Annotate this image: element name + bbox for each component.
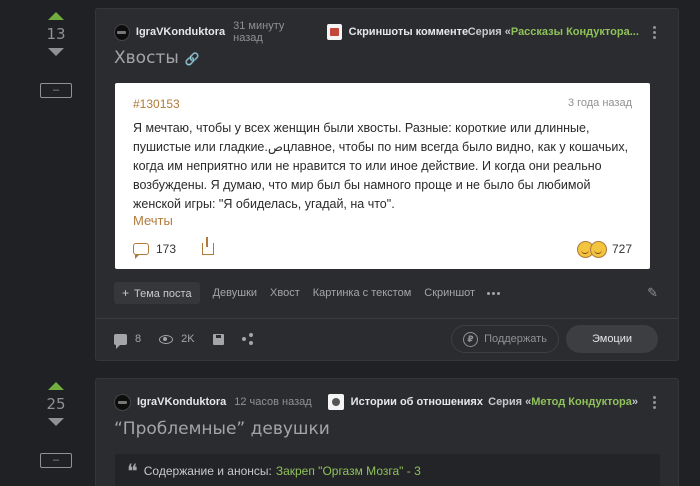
minus-button[interactable]: –: [40, 83, 72, 98]
grin-emoji-icon: [589, 240, 607, 258]
community-name[interactable]: Скриншоты комменте...: [349, 26, 468, 38]
rating-count: 25: [46, 395, 66, 413]
tag-main-button[interactable]: + Тема поста: [114, 282, 200, 304]
series-link[interactable]: Рассказы Кондуктора...: [511, 26, 639, 38]
post-time: 31 минуту назад: [233, 20, 285, 44]
comments-count[interactable]: 8: [135, 333, 141, 345]
minus-button[interactable]: –: [40, 453, 72, 468]
post-title-text[interactable]: Хвосты: [114, 48, 179, 68]
ruble-icon: ₽: [463, 331, 479, 347]
post-title-text[interactable]: “Проблемные” девушки: [114, 419, 330, 439]
vote-block: 13: [40, 12, 72, 56]
avatar[interactable]: [114, 393, 131, 411]
comment-tag: Мечты: [133, 213, 173, 228]
comment-count: 173: [156, 242, 177, 256]
series-prefix: Серия «: [467, 26, 511, 38]
views-count: 2K: [181, 333, 195, 345]
story-header: IgraVKonduktora 31 минуту назад Скриншот…: [114, 20, 660, 44]
quote-icon: ❝: [127, 459, 138, 483]
comments-icon[interactable]: [114, 333, 127, 349]
tag-item[interactable]: Хвост: [270, 287, 300, 299]
post-title[interactable]: Хвосты 🔗: [114, 48, 200, 68]
author-name[interactable]: IgraVKonduktora: [137, 396, 226, 408]
support-button[interactable]: ₽ Поддержать: [451, 325, 559, 353]
share-icon[interactable]: [241, 333, 254, 345]
community-icon[interactable]: [326, 24, 342, 40]
comment-footer: 173 727: [133, 237, 632, 259]
vote-block: 25: [40, 382, 72, 426]
community-icon[interactable]: [327, 394, 344, 410]
plus-icon: +: [122, 286, 130, 300]
share-icon: [202, 237, 215, 255]
series-label: Серия «Рассказы Кондуктора...: [468, 26, 639, 38]
downvote-icon[interactable]: [48, 48, 64, 56]
series-link[interactable]: Метод Кондуктора: [531, 396, 632, 408]
reaction-emojis: [576, 240, 607, 258]
upvote-icon[interactable]: [48, 382, 64, 390]
author-name[interactable]: IgraVKonduktora: [136, 26, 225, 38]
reaction-count: 727: [611, 242, 632, 256]
quote-text: Содержание и анонсы:: [143, 464, 272, 478]
link-icon[interactable]: 🔗: [185, 52, 200, 66]
tag-main-label: Тема поста: [134, 288, 192, 300]
tag-item[interactable]: Скриншот: [424, 287, 475, 299]
upvote-icon[interactable]: [48, 12, 64, 20]
comment-text: Я мечтаю, чтобы у всех женщин были хвост…: [133, 121, 629, 211]
story-card: IgraVKonduktora 12 часов назад Истории о…: [95, 378, 679, 486]
emotions-button[interactable]: Эмоции: [566, 325, 658, 353]
more-options-icon[interactable]: [648, 395, 660, 409]
post-time: 12 часов назад: [234, 396, 312, 408]
post-title[interactable]: “Проблемные” девушки: [114, 419, 330, 439]
tag-bar: + Тема поста Девушки Хвост Картинка с тек…: [114, 282, 658, 304]
avatar[interactable]: [114, 23, 130, 41]
edit-pencil-icon[interactable]: ✎: [647, 285, 658, 301]
tag-item[interactable]: Картинка с текстом: [313, 287, 412, 299]
story-card: IgraVKonduktora 31 минуту назад Скриншот…: [95, 8, 679, 361]
comment-screenshot: #130153 3 года назад Я мечтаю, чтобы у в…: [115, 83, 650, 269]
more-tags-icon[interactable]: [487, 291, 501, 295]
series-label: Серия «Метод Кондуктора»: [488, 396, 638, 408]
action-bar: 8 2K ₽ Поддержать Эмоции: [114, 325, 658, 353]
views-icon: [159, 334, 174, 344]
downvote-icon[interactable]: [48, 418, 64, 426]
support-label: Поддержать: [484, 333, 547, 345]
comment-time: 3 года назад: [567, 97, 632, 109]
quote-link[interactable]: Закреп "Оргазм Мозга" - 3: [276, 464, 421, 478]
tag-item[interactable]: Девушки: [213, 287, 257, 299]
rating-count: 13: [46, 25, 66, 43]
more-options-icon[interactable]: [649, 25, 660, 39]
series-suffix: »: [631, 396, 638, 408]
story-header: IgraVKonduktora 12 часов назад Истории о…: [114, 392, 660, 412]
divider: [96, 318, 678, 319]
save-icon[interactable]: [212, 333, 224, 345]
comment-bubble-icon: [133, 243, 149, 259]
comment-id: #130153: [133, 97, 180, 111]
series-prefix: Серия «: [488, 396, 532, 408]
content-quote: ❝ Содержание и анонсы: Закреп "Оргазм Мо…: [115, 454, 660, 486]
community-name[interactable]: Истории об отношениях: [351, 396, 483, 408]
